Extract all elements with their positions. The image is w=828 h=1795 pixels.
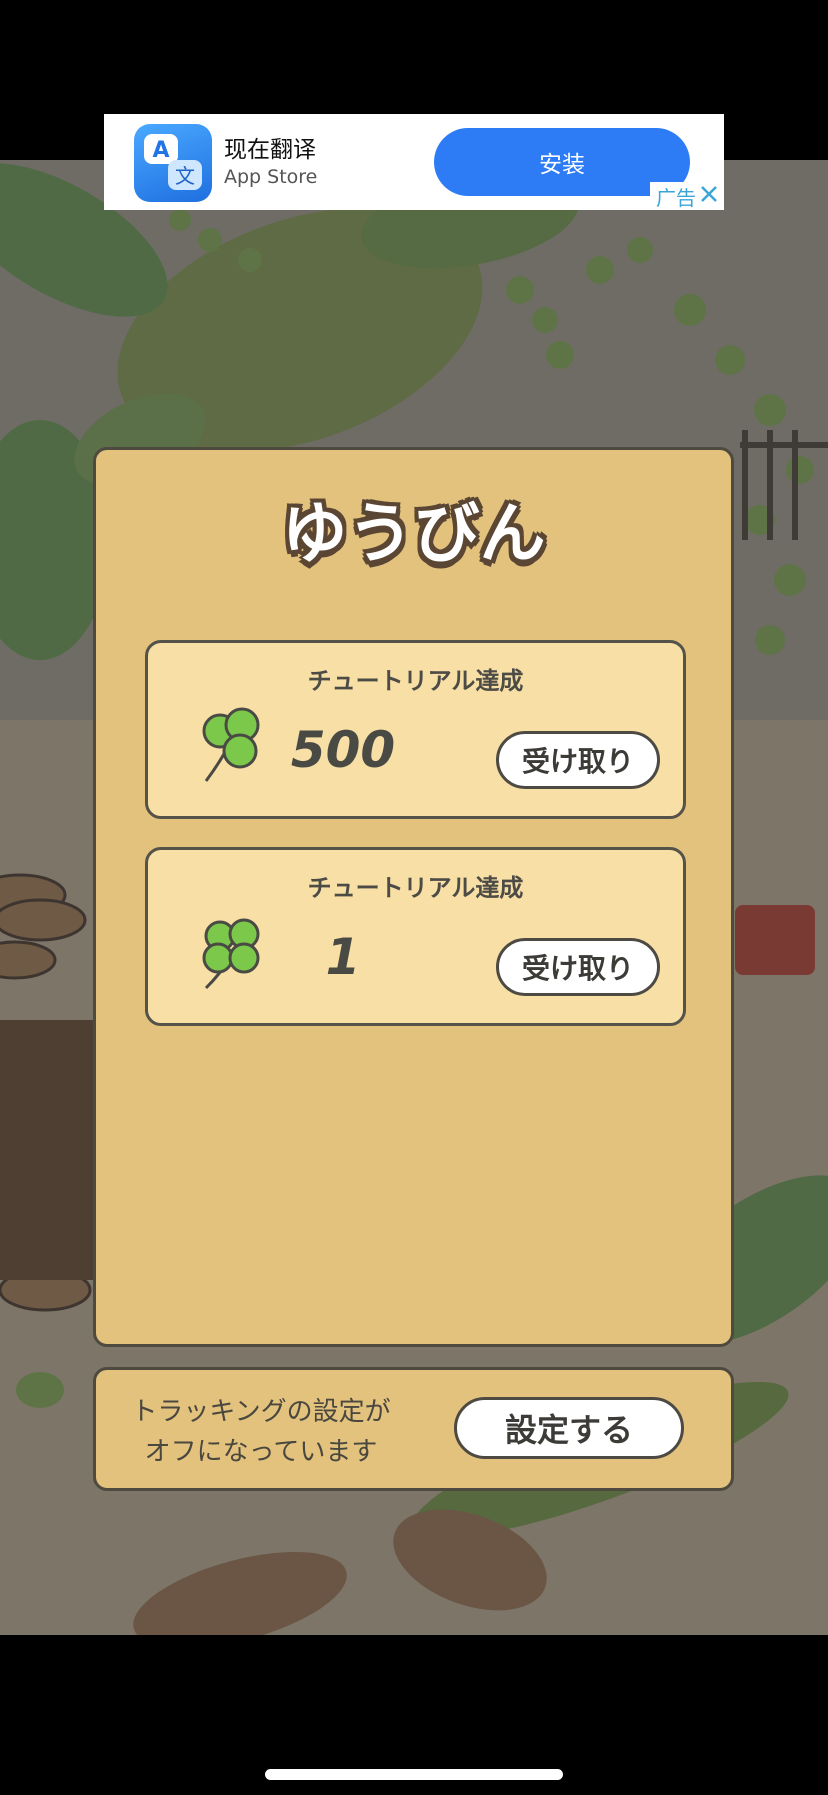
- ad-tag-label: 广告: [656, 185, 696, 210]
- reward-label: チュートリアル達成: [307, 667, 524, 695]
- home-indicator[interactable]: [265, 1769, 563, 1780]
- ad-app-source: App Store: [224, 166, 318, 188]
- translate-app-icon: A 文: [134, 124, 212, 202]
- reward-amount: 500: [290, 721, 396, 779]
- reward-label: チュートリアル達成: [307, 874, 524, 902]
- mail-panel: ゆうびん チュートリアル達成 500 受け取り チュートリアル達成 1 受け取り: [93, 447, 734, 1347]
- ad-banner[interactable]: A 文 现在翻译 App Store 安装 广告: [104, 114, 724, 210]
- settings-button[interactable]: 設定する: [454, 1397, 684, 1459]
- ad-tag[interactable]: 广告: [650, 182, 724, 210]
- tracking-message-line1: トラッキングの設定が: [131, 1397, 391, 1427]
- svg-text:A: A: [152, 138, 169, 163]
- four-leaf-clover-icon: [198, 912, 268, 996]
- three-leaf-clover-icon: [198, 705, 268, 789]
- tracking-message: トラッキングの設定が オフになっています: [126, 1392, 396, 1472]
- reward-card: チュートリアル達成 1 受け取り: [145, 847, 686, 1026]
- claim-button[interactable]: 受け取り: [496, 938, 660, 996]
- ad-app-title: 现在翻译: [224, 137, 316, 163]
- tracking-message-line2: オフになっています: [144, 1437, 378, 1467]
- close-icon[interactable]: [700, 184, 718, 208]
- reward-amount: 1: [325, 928, 361, 986]
- svg-text:文: 文: [175, 164, 195, 188]
- claim-button[interactable]: 受け取り: [496, 731, 660, 789]
- reward-card: チュートリアル達成 500 受け取り: [145, 640, 686, 819]
- tracking-panel: トラッキングの設定が オフになっています 設定する: [93, 1367, 734, 1491]
- mail-title: ゆうびん: [281, 495, 546, 572]
